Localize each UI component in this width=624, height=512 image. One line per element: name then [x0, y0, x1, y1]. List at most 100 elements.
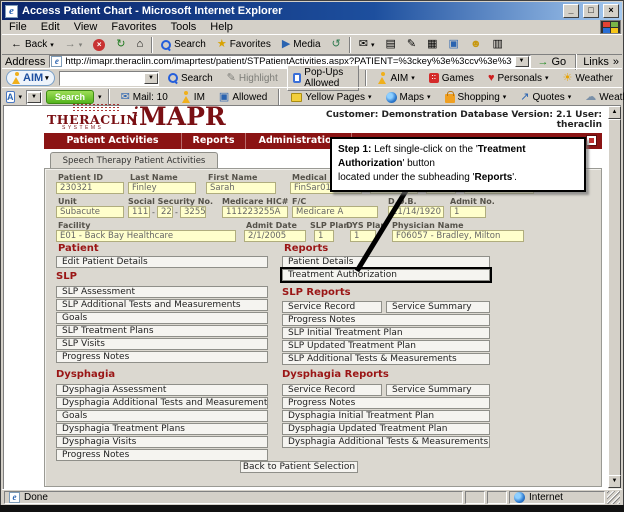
media-button[interactable]: ▶ Media [277, 37, 326, 52]
dysphagia-progress-notes-button[interactable]: Progress Notes [56, 449, 268, 461]
address-dropdown-button[interactable]: ▼ [514, 56, 529, 67]
edit-button[interactable]: ✎ [402, 37, 421, 52]
yellow-pages-button[interactable]: Yellow Pages ▾ [286, 90, 376, 105]
patient-id-field[interactable]: 230321 [56, 182, 124, 194]
slp-plan-field[interactable]: 1 [314, 230, 334, 242]
slp-assessment-button[interactable]: SLP Assessment [56, 286, 268, 298]
aim-menu-button[interactable]: AIM ▾ [373, 70, 419, 86]
scrollbar-thumb[interactable] [608, 119, 621, 476]
history-button[interactable]: ↺ [327, 37, 346, 52]
dysphagia-visits-button[interactable]: Dysphagia Visits [56, 436, 268, 448]
shopping-button[interactable]: Shopping ▾ [440, 89, 512, 105]
dysphagia-additional-tests-button[interactable]: Dysphagia Additional Tests and Measureme… [56, 397, 268, 409]
aim-search-dropdown[interactable]: ▼ [143, 72, 158, 84]
slp-visits-button[interactable]: SLP Visits [56, 338, 268, 350]
nav-tab-patient-activities[interactable]: Patient Activities [44, 133, 182, 149]
admit-date-field[interactable]: 2/1/2005 [244, 230, 306, 242]
slp-goals-button[interactable]: Goals [56, 312, 268, 324]
dysphagia-service-record-button[interactable]: Service Record [282, 384, 382, 396]
first-name-field[interactable]: Sarah [206, 182, 276, 194]
logout-icon[interactable] [586, 135, 597, 146]
medicare-hic-field[interactable]: 111223255A [222, 206, 288, 218]
back-dropdown-icon[interactable]: ▾ [50, 41, 54, 49]
minimize-button[interactable]: _ [563, 4, 579, 18]
quotes-button[interactable]: ↗ Quotes ▾ [515, 90, 576, 105]
slp-treatment-plans-button[interactable]: SLP Treatment Plans [56, 325, 268, 337]
slp-initial-treatment-plan-button[interactable]: SLP Initial Treatment Plan [282, 327, 490, 339]
scroll-down-button[interactable]: ▼ [608, 475, 621, 488]
dysphagia-assessment-button[interactable]: Dysphagia Assessment [56, 384, 268, 396]
stop-button[interactable]: × [88, 37, 110, 53]
dob-field[interactable]: 11/14/1920 [388, 206, 444, 218]
home-button[interactable]: ⌂ [131, 37, 148, 52]
dysphagia-updated-treatment-plan-button[interactable]: Dysphagia Updated Treatment Plan [282, 423, 490, 435]
slp-updated-treatment-plan-button[interactable]: SLP Updated Treatment Plan [282, 340, 490, 352]
aim-search-button[interactable]: Search [163, 71, 218, 86]
scroll-up-button[interactable]: ▲ [608, 106, 621, 119]
aol-search-button[interactable]: Search [46, 90, 95, 104]
admit-no-field[interactable]: 1 [450, 206, 486, 218]
menu-file[interactable]: File [2, 20, 34, 34]
ssn-field-1[interactable]: 111 [128, 206, 150, 218]
discuss-button[interactable]: ▦ [422, 37, 442, 52]
menu-favorites[interactable]: Favorites [104, 20, 163, 34]
facility-field[interactable]: E01 - Back Bay Healthcare [56, 230, 236, 242]
links-chevron[interactable]: » [613, 56, 619, 68]
msn-button[interactable]: ▣ [444, 37, 464, 52]
search-button[interactable]: Search [156, 37, 211, 52]
slp-additional-tests-button[interactable]: SLP Additional Tests and Measurements [56, 299, 268, 311]
aim-brand-button[interactable]: AIM ▾ [6, 70, 55, 86]
unit-field[interactable]: Subacute [56, 206, 124, 218]
go-button[interactable]: → Go [535, 55, 570, 69]
ssn-field-2[interactable]: 22 [157, 206, 173, 218]
forward-button[interactable]: → ▾ [60, 37, 88, 52]
last-name-field[interactable]: Finley [128, 182, 196, 194]
slp-additional-tests-report-button[interactable]: SLP Additional Tests & Measurements [282, 353, 490, 365]
aol-logo-button[interactable]: A [6, 91, 15, 103]
resize-grip[interactable] [607, 491, 620, 504]
messenger-button[interactable]: ☻ [465, 37, 487, 52]
mail-button[interactable]: ✉ ▾ [354, 37, 380, 52]
dysphagia-report-progress-notes-button[interactable]: Progress Notes [282, 397, 490, 409]
mail-dropdown-icon[interactable]: ▾ [371, 41, 375, 49]
menu-view[interactable]: View [67, 20, 105, 34]
slp-progress-notes-button[interactable]: Progress Notes [56, 351, 268, 363]
dysphagia-additional-tests-report-button[interactable]: Dysphagia Additional Tests & Measurement… [282, 436, 490, 448]
aol-search-input[interactable]: ▼ [26, 89, 43, 105]
fc-field[interactable]: Medicare A [292, 206, 378, 218]
games-button[interactable]: :: Games [424, 71, 479, 86]
slp-report-progress-notes-button[interactable]: Progress Notes [282, 314, 490, 326]
vertical-scrollbar[interactable]: ▲ ▼ [608, 106, 621, 489]
back-button[interactable]: ← Back ▾ [6, 37, 59, 52]
treatment-authorization-button[interactable]: Treatment Authorization [282, 269, 490, 281]
physician-field[interactable]: F06057 - Bradley, Milton [392, 230, 524, 242]
dysphagia-goals-button[interactable]: Goals [56, 410, 268, 422]
highlight-button[interactable]: ✎ Highlight [222, 71, 283, 86]
dys-plan-field[interactable]: 1 [350, 230, 376, 242]
dysphagia-initial-treatment-plan-button[interactable]: Dysphagia Initial Treatment Plan [282, 410, 490, 422]
slp-service-record-button[interactable]: Service Record [282, 301, 382, 313]
print-button[interactable]: ▤ [381, 37, 401, 52]
personals-button[interactable]: ♥ Personals ▾ [483, 71, 554, 86]
aol-dropdown-icon[interactable]: ▾ [19, 93, 23, 101]
research-button[interactable]: ▥ [488, 37, 508, 52]
maximize-button[interactable]: □ [583, 4, 599, 18]
aim-search-input[interactable]: ▼ [58, 70, 159, 86]
search-options-icon[interactable]: ▾ [98, 93, 102, 101]
favorites-button[interactable]: ★ Favorites [212, 37, 276, 52]
aim-dropdown-icon[interactable]: ▾ [45, 74, 49, 82]
weather-button[interactable]: ☀ Weather [558, 71, 619, 86]
ssn-field-3[interactable]: 3255 [180, 206, 206, 218]
menu-tools[interactable]: Tools [164, 20, 204, 34]
dysphagia-service-summary-button[interactable]: Service Summary [386, 384, 490, 396]
menu-edit[interactable]: Edit [34, 20, 67, 34]
menu-help[interactable]: Help [203, 20, 240, 34]
links-label[interactable]: Links [583, 56, 609, 68]
slp-service-summary-button[interactable]: Service Summary [386, 301, 490, 313]
aol-weather-button[interactable]: ☁Weather▾ [580, 90, 624, 105]
close-button[interactable]: × [603, 4, 619, 18]
maps-button[interactable]: Maps ▾ [381, 90, 436, 105]
nav-tab-reports[interactable]: Reports [182, 133, 246, 149]
refresh-button[interactable]: ↻ [111, 37, 130, 52]
forward-dropdown-icon[interactable]: ▾ [79, 41, 83, 49]
